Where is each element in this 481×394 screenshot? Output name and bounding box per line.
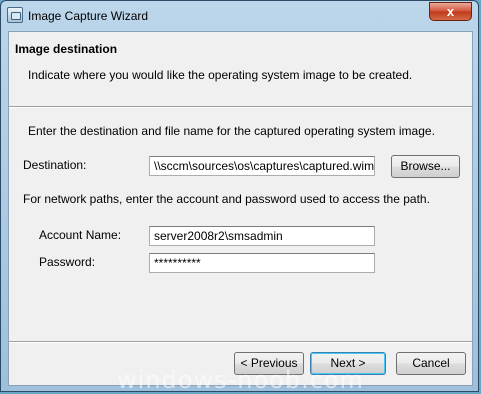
account-name-field[interactable]: server2008r2\smsadmin: [149, 226, 375, 246]
wizard-content: Image destination Indicate where you wou…: [8, 31, 473, 386]
cancel-button[interactable]: Cancel: [396, 352, 466, 375]
title-bar[interactable]: Image Capture Wizard x: [1, 1, 478, 31]
instructions-text: Enter the destination and file name for …: [28, 124, 435, 138]
network-note-text: For network paths, enter the account and…: [23, 192, 430, 206]
footer-divider: [9, 341, 472, 343]
account-name-label: Account Name:: [39, 228, 122, 242]
destination-field[interactable]: \\sccm\sources\os\captures\captured.wim: [149, 156, 375, 176]
password-label: Password:: [39, 255, 96, 269]
header-panel: Image destination Indicate where you wou…: [9, 32, 472, 106]
page-title: Image destination: [15, 42, 118, 56]
wizard-window: Image Capture Wizard x Image destination…: [0, 0, 479, 392]
page-description: Indicate where you would like the operat…: [28, 68, 413, 82]
browse-button[interactable]: Browse...: [391, 155, 460, 178]
wizard-app-icon: [7, 7, 23, 23]
previous-button[interactable]: < Previous: [234, 352, 304, 375]
next-button[interactable]: Next >: [310, 352, 386, 375]
destination-label: Destination:: [23, 158, 87, 172]
header-divider: [9, 106, 472, 108]
window-title: Image Capture Wizard: [28, 9, 149, 23]
close-button[interactable]: x: [429, 2, 472, 21]
password-field[interactable]: **********: [149, 253, 375, 273]
